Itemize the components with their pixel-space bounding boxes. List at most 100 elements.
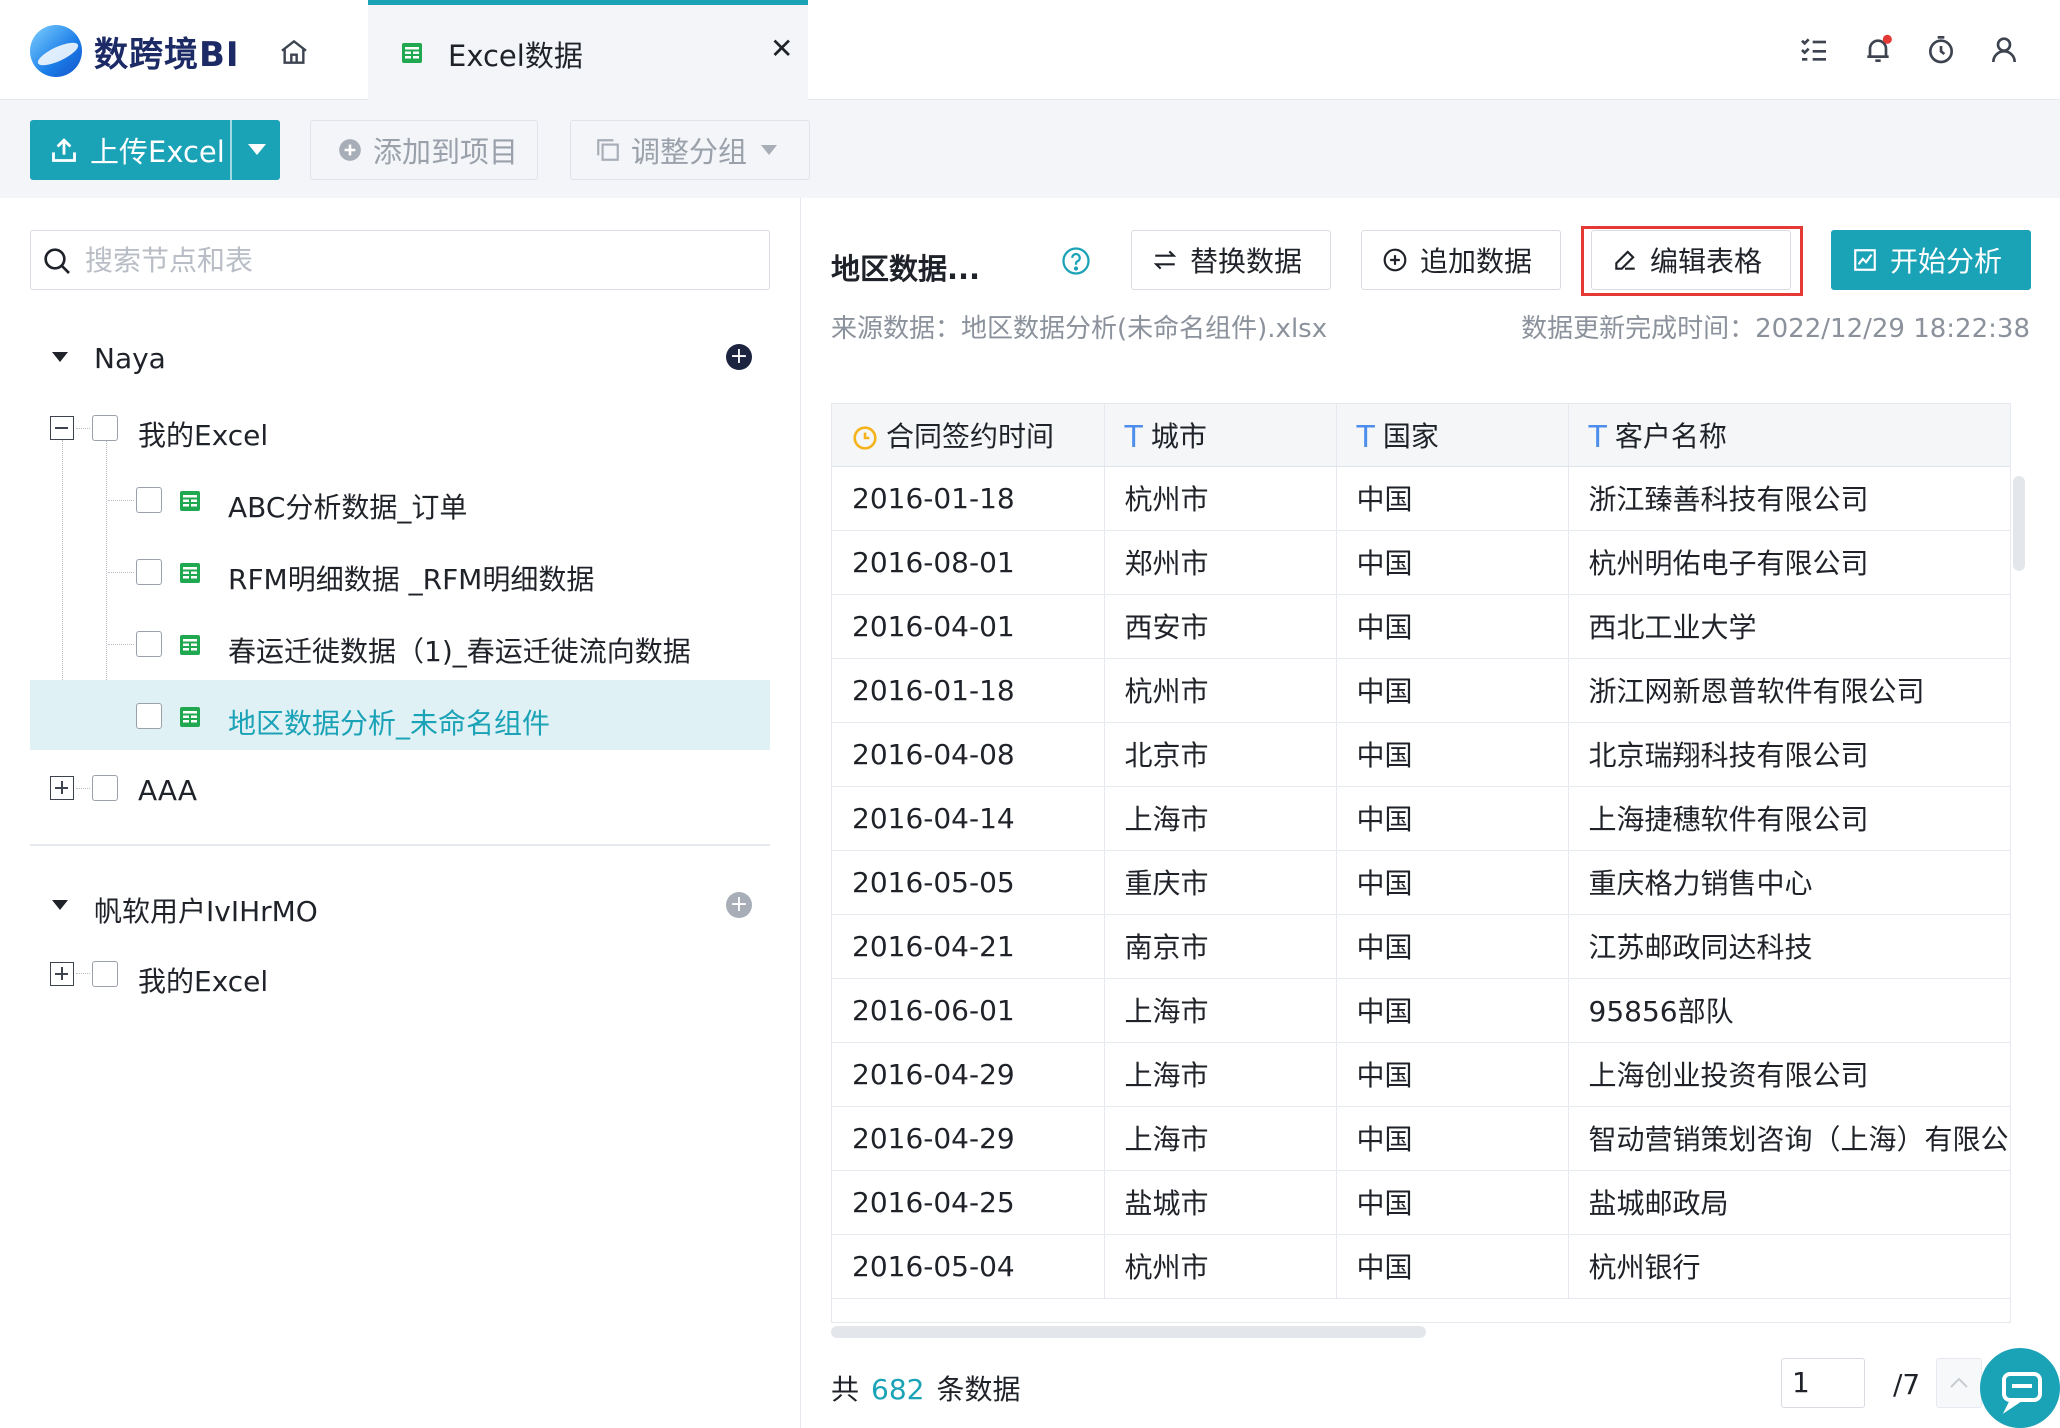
home-icon[interactable] bbox=[278, 36, 310, 68]
tree-group-naya[interactable]: Naya + bbox=[30, 322, 770, 392]
tree-item-label: RFM明细数据 _RFM明细数据 bbox=[228, 563, 595, 596]
table-row[interactable]: 2016-01-18 杭州市 中国 浙江臻善科技有限公司 bbox=[832, 466, 2010, 531]
table-cell: 浙江臻善科技有限公司 bbox=[1568, 466, 2010, 531]
table-row[interactable]: 2016-04-01 西安市 中国 西北工业大学 bbox=[832, 594, 2010, 659]
column-header-label: 城市 bbox=[1150, 419, 1207, 453]
replace-data-label: 替换数据 bbox=[1190, 245, 1303, 278]
table-cell: 2016-04-29 bbox=[832, 1042, 1105, 1107]
table-row[interactable]: 2016-04-08 北京市 中国 北京瑞翔科技有限公司 bbox=[832, 722, 2010, 787]
table-cell: 中国 bbox=[1336, 722, 1569, 787]
page-input[interactable]: 1 bbox=[1781, 1358, 1865, 1408]
checkbox[interactable] bbox=[136, 703, 162, 729]
replace-data-button[interactable]: 替换数据 bbox=[1131, 230, 1331, 290]
table-row[interactable]: 2016-06-01 上海市 中国 95856部队 bbox=[832, 978, 2010, 1043]
add-circle-icon bbox=[339, 139, 361, 161]
expand-icon[interactable] bbox=[50, 776, 74, 800]
append-data-button[interactable]: 追加数据 bbox=[1361, 230, 1561, 290]
table-row[interactable]: 2016-04-29 上海市 中国 智动营销策划咨询（上海）有限公司 bbox=[832, 1106, 2010, 1171]
checkbox[interactable] bbox=[92, 415, 118, 441]
tab-excel-data[interactable]: Excel数据 ✕ bbox=[368, 0, 808, 100]
table-cell: 盐城市 bbox=[1104, 1170, 1337, 1235]
search-input[interactable] bbox=[85, 241, 745, 279]
checkbox[interactable] bbox=[136, 487, 162, 513]
table-cell: 杭州市 bbox=[1104, 1234, 1337, 1299]
search-box[interactable] bbox=[30, 230, 770, 290]
table-cell: 上海创业投资有限公司 bbox=[1568, 1042, 2010, 1107]
table-row[interactable]: 2016-04-14 上海市 中国 上海捷穗软件有限公司 bbox=[832, 786, 2010, 851]
table-row[interactable]: 2016-08-01 郑州市 中国 杭州明佑电子有限公司 bbox=[832, 530, 2010, 595]
table-cell: 智动营销策划咨询（上海）有限公司 bbox=[1568, 1106, 2010, 1171]
table-cell: 上海市 bbox=[1104, 1042, 1337, 1107]
help-icon[interactable] bbox=[1061, 246, 1091, 276]
tree-item-selected[interactable]: 地区数据分析_未命名组件 bbox=[30, 680, 770, 750]
horizontal-scrollbar[interactable] bbox=[831, 1326, 1426, 1338]
logo-mark-icon bbox=[30, 25, 82, 77]
text-type-icon: T bbox=[1124, 420, 1143, 455]
page-up-button[interactable] bbox=[1936, 1358, 1982, 1408]
column-header[interactable]: T 城市 bbox=[1104, 404, 1337, 467]
tree-folder-my-excel-2[interactable]: 我的Excel bbox=[30, 940, 770, 1010]
close-icon[interactable]: ✕ bbox=[770, 35, 793, 63]
table-row[interactable]: 2016-05-05 重庆市 中国 重庆格力销售中心 bbox=[832, 850, 2010, 915]
add-to-project-button[interactable]: 添加到项目 bbox=[310, 120, 538, 180]
tree-group-fanruan-user[interactable]: 帆软用户IvIHrMO + bbox=[30, 870, 770, 940]
record-count: 共 682 条数据 bbox=[831, 1368, 1020, 1408]
caret-down-icon[interactable] bbox=[52, 900, 68, 910]
column-header[interactable]: T 国家 bbox=[1336, 404, 1569, 467]
table-cell: 中国 bbox=[1336, 850, 1569, 915]
table-cell: 2016-05-05 bbox=[832, 850, 1105, 915]
tree-folder-aaa[interactable]: AAA bbox=[30, 754, 770, 824]
sheet-icon bbox=[402, 43, 422, 63]
expand-icon[interactable] bbox=[50, 962, 74, 986]
checkbox[interactable] bbox=[92, 961, 118, 987]
start-analysis-label: 开始分析 bbox=[1890, 245, 2003, 278]
table-cell: 中国 bbox=[1336, 1170, 1569, 1235]
table-cell: 2016-05-04 bbox=[832, 1234, 1105, 1299]
table-cell: 南京市 bbox=[1104, 914, 1337, 979]
table-cell: 2016-04-25 bbox=[832, 1170, 1105, 1235]
checkbox[interactable] bbox=[136, 631, 162, 657]
collapse-icon[interactable] bbox=[50, 416, 74, 440]
tree-folder-my-excel[interactable]: 我的Excel bbox=[30, 394, 770, 464]
tree-item[interactable]: ABC分析数据_订单 bbox=[30, 466, 770, 536]
table-cell: 2016-04-08 bbox=[832, 722, 1105, 787]
tree-item[interactable]: 春运迁徙数据（1)_春运迁徙流向数据 bbox=[30, 610, 770, 680]
tree-item[interactable]: RFM明细数据 _RFM明细数据 bbox=[30, 538, 770, 608]
add-circle-icon[interactable]: + bbox=[726, 344, 752, 370]
table-row[interactable]: 2016-04-29 上海市 中国 上海创业投资有限公司 bbox=[832, 1042, 2010, 1107]
user-icon[interactable] bbox=[1988, 34, 2020, 66]
upload-excel-button[interactable]: 上传Excel bbox=[30, 120, 280, 180]
timer-icon[interactable] bbox=[1925, 34, 1957, 66]
tree-item-label: 地区数据分析_未命名组件 bbox=[228, 707, 551, 740]
table-row[interactable]: 2016-05-04 杭州市 中国 杭州银行 bbox=[832, 1234, 2010, 1299]
start-analysis-button[interactable]: 开始分析 bbox=[1831, 230, 2031, 290]
table-cell: 盐城邮政局 bbox=[1568, 1170, 2010, 1235]
column-header[interactable]: 合同签约时间 bbox=[832, 404, 1105, 467]
checkbox[interactable] bbox=[92, 775, 118, 801]
top-bar: 数跨境BI Excel数据 ✕ bbox=[0, 0, 2060, 100]
chevron-down-icon[interactable] bbox=[248, 144, 266, 155]
table-row[interactable]: 2016-01-18 杭州市 中国 浙江网新恩普软件有限公司 bbox=[832, 658, 2010, 723]
column-header-label: 客户名称 bbox=[1614, 419, 1727, 453]
bell-icon[interactable] bbox=[1862, 34, 1894, 66]
vertical-scrollbar[interactable] bbox=[2013, 476, 2025, 571]
chat-button[interactable] bbox=[1980, 1348, 2060, 1428]
table-cell: 西北工业大学 bbox=[1568, 594, 2010, 659]
edit-table-button[interactable]: 编辑表格 bbox=[1591, 230, 1791, 290]
column-header-label: 合同签约时间 bbox=[886, 419, 1055, 453]
table-cell: 中国 bbox=[1336, 658, 1569, 723]
divider bbox=[30, 844, 770, 846]
caret-down-icon[interactable] bbox=[52, 352, 68, 362]
checkbox[interactable] bbox=[136, 559, 162, 585]
add-circle-icon[interactable]: + bbox=[726, 892, 752, 918]
app-logo[interactable]: 数跨境BI bbox=[30, 22, 240, 80]
adjust-group-button[interactable]: 调整分组 bbox=[570, 120, 810, 180]
table-cell: 2016-01-18 bbox=[832, 658, 1105, 723]
column-header[interactable]: T 客户名称 bbox=[1568, 404, 2010, 467]
table-row[interactable]: 2016-04-21 南京市 中国 江苏邮政同达科技 bbox=[832, 914, 2010, 979]
text-type-icon: T bbox=[1356, 420, 1375, 455]
task-list-icon[interactable] bbox=[1798, 34, 1830, 66]
table-cell: 上海市 bbox=[1104, 1106, 1337, 1171]
table-row[interactable]: 2016-04-25 盐城市 中国 盐城邮政局 bbox=[832, 1170, 2010, 1235]
table-cell: 中国 bbox=[1336, 466, 1569, 531]
